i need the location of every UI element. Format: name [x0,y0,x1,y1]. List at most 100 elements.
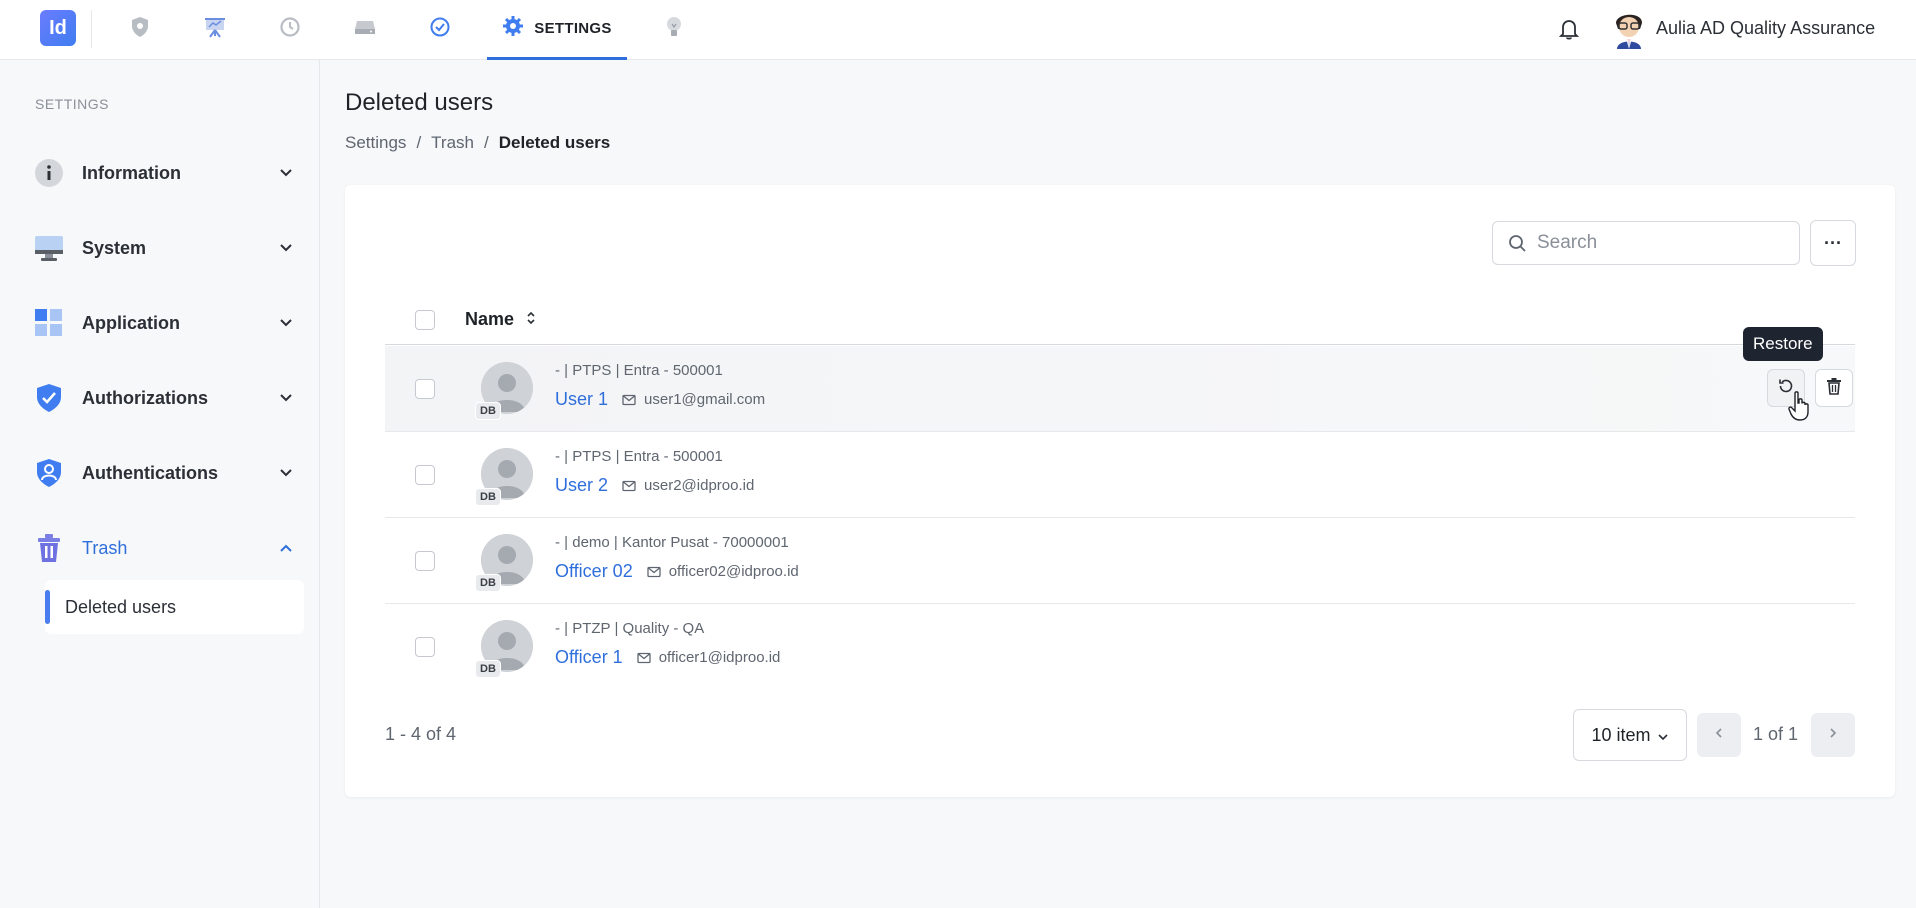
source-badge: DB [475,660,501,678]
chevron-down-icon [1657,725,1669,746]
page-size-select[interactable]: 10 item [1573,709,1687,761]
user-email: user2@idproo.id [644,477,755,494]
search-icon [1507,233,1527,253]
prev-page-button[interactable] [1697,713,1741,757]
user-email: officer1@idproo.id [658,649,781,666]
chevron-down-icon [276,388,296,408]
row-checkbox[interactable] [415,379,435,399]
sidebar-item-label: Information [82,162,181,183]
table-row[interactable]: DB - | PTZP | Quality - QA Officer 1 off… [385,604,1855,690]
select-all-checkbox[interactable] [415,310,435,330]
app-logo[interactable]: Id [40,10,76,46]
breadcrumb: Settings / Trash / Deleted users [345,133,610,153]
tab-settings[interactable]: SETTINGS [487,0,627,60]
gear-icon [502,15,524,42]
source-badge: DB [475,402,501,420]
chevron-down-icon [276,238,296,258]
column-header-name[interactable]: Name [465,309,536,330]
drive-icon[interactable] [352,14,378,40]
logo-divider [91,10,92,48]
breadcrumb-settings[interactable]: Settings [345,133,406,153]
table-header: Name [385,295,1855,345]
user-meta: - | PTZP | Quality - QA [555,620,705,637]
sidebar-item-application[interactable]: Application [34,303,296,343]
mail-icon [637,650,653,666]
user-meta: - | PTPS | Entra - 500001 [555,448,723,465]
more-options-button[interactable]: ··· [1810,220,1856,266]
sidebar-item-label: Authentications [82,462,219,483]
info-icon [34,158,64,188]
trash-icon [1826,377,1842,400]
sidebar-subitem-label: Deleted users [65,596,177,617]
search-input[interactable] [1537,232,1767,254]
mail-icon [622,392,638,408]
user-name-link[interactable]: Officer 02 [555,561,633,582]
sidebar-item-label: System [82,237,147,258]
sidebar-item-trash[interactable]: Trash [34,528,296,568]
sidebar-item-authentications[interactable]: Authentications [34,453,296,493]
breadcrumb-current: Deleted users [498,133,611,152]
shield-check-icon [34,383,64,413]
page-title: Deleted users [345,89,494,116]
shield-icon[interactable] [127,14,153,40]
chevron-down-icon [276,163,296,183]
user-name[interactable]: Aulia AD Quality Assurance [1656,18,1875,39]
source-badge: DB [475,574,501,592]
user-name-link[interactable]: User 1 [555,389,608,410]
user-name-link[interactable]: Officer 1 [555,647,623,668]
delete-permanently-button[interactable] [1815,369,1853,407]
mouse-pointer-icon [1788,391,1810,421]
shield-user-icon [34,458,64,488]
sidebar-item-system[interactable]: System [34,228,296,268]
sidebar-title: SETTINGS [35,96,110,112]
presentation-icon[interactable] [202,14,228,40]
sort-icon [526,309,536,330]
sidebar-subitem-deleted-users[interactable]: Deleted users [45,580,304,634]
next-page-button[interactable] [1811,713,1855,757]
source-badge: DB [475,488,501,506]
row-checkbox[interactable] [415,551,435,571]
row-checkbox[interactable] [415,465,435,485]
lightbulb-icon[interactable] [661,14,687,40]
sidebar-item-label: Authorizations [82,387,208,408]
table-row[interactable]: DB - | PTPS | Entra - 500001 User 1 user… [385,346,1855,432]
user-name-line: User 1 user1@gmail.com [555,389,765,410]
top-navbar: Id SETTINGS Aulia AD Quality Assurance [0,0,1916,60]
user-email: user1@gmail.com [644,391,766,408]
user-avatar[interactable] [1610,9,1648,49]
row-checkbox[interactable] [415,637,435,657]
active-indicator [45,590,50,624]
monitor-icon [34,233,64,263]
table-row[interactable]: DB - | demo | Kantor Pusat - 70000001 Of… [385,518,1855,604]
sidebar-item-authorizations[interactable]: Authorizations [34,378,296,418]
sidebar-item-label: Application [82,312,180,333]
page-indicator: 1 of 1 [1753,724,1799,744]
table-row[interactable]: DB - | PTPS | Entra - 500001 User 2 user… [385,432,1855,518]
search-box[interactable] [1492,221,1800,265]
deleted-users-card: ··· Name DB - | PTPS | Entra - 500001 Us… [345,185,1895,797]
pagination-count: 1 - 4 of 4 [385,724,457,744]
chevron-left-icon [1715,726,1723,744]
check-circle-icon[interactable] [427,14,453,40]
grid-icon [34,308,64,338]
user-meta: - | PTPS | Entra - 500001 [555,362,723,379]
user-email: officer02@idproo.id [668,563,799,580]
restore-tooltip: Restore [1743,327,1823,361]
breadcrumb-separator: / [416,133,422,152]
sidebar-item-label: Trash [82,537,128,558]
breadcrumb-trash[interactable]: Trash [431,133,474,153]
user-meta: - | demo | Kantor Pusat - 70000001 [555,534,789,551]
trash-icon [34,533,64,563]
user-name-line: Officer 02 officer02@idproo.id [555,561,799,582]
user-name-link[interactable]: User 2 [555,475,608,496]
history-icon[interactable] [277,14,303,40]
user-name-line: Officer 1 officer1@idproo.id [555,647,780,668]
mail-icon [622,478,638,494]
tab-settings-label: SETTINGS [534,20,612,37]
sidebar: SETTINGS Information System Application … [0,60,320,908]
chevron-up-icon [276,538,296,558]
chevron-down-icon [276,463,296,483]
sidebar-item-information[interactable]: Information [34,153,296,193]
bell-icon[interactable] [1556,16,1582,42]
chevron-down-icon [276,313,296,333]
